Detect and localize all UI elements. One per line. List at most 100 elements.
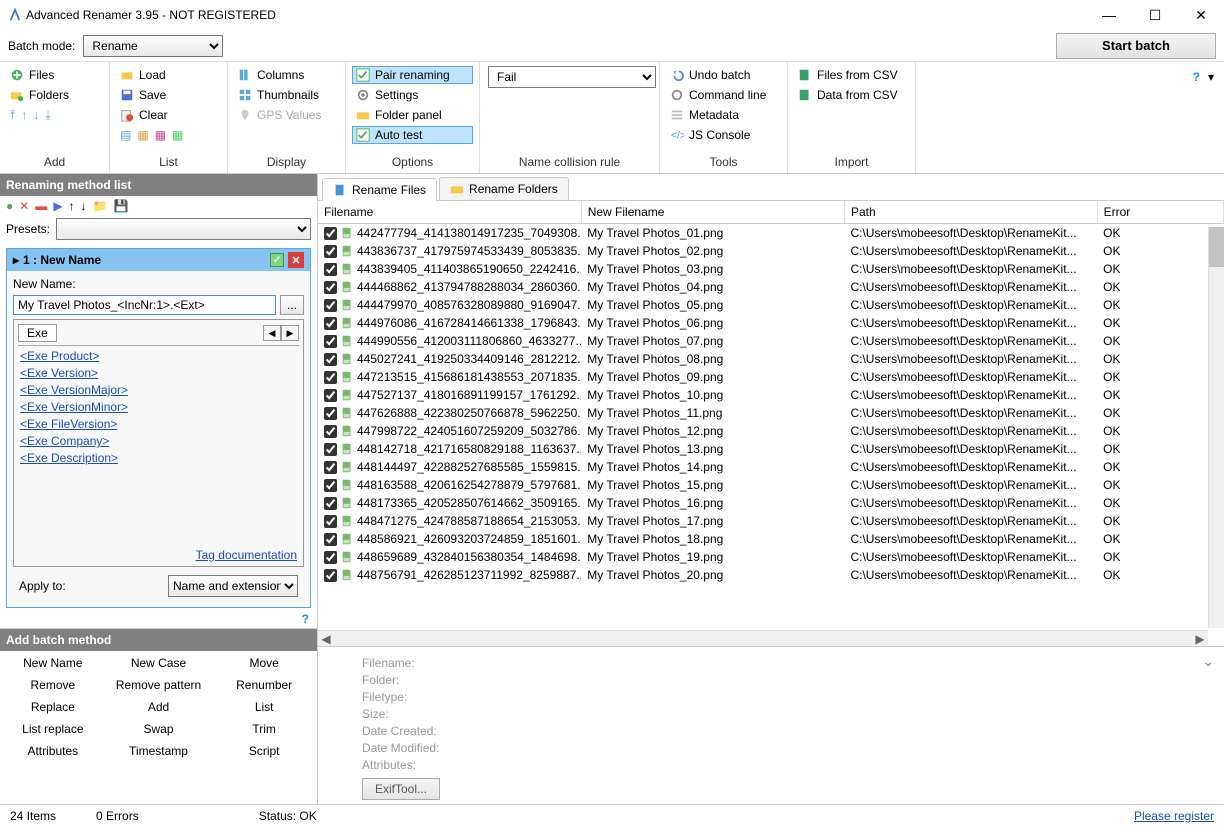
display-columns[interactable]: Columns [234,66,339,84]
method-enabled-check[interactable]: ✓ [270,253,284,267]
tools-jsconsole[interactable]: </>JS Console [666,126,781,144]
add-folders[interactable]: Folders [6,86,103,104]
col-newfilename[interactable]: New Filename [581,201,844,224]
row-checkbox[interactable] [324,245,337,258]
list-clear[interactable]: Clear [116,106,221,124]
table-row[interactable]: 448586921_426093203724859_1851601...My T… [318,530,1224,548]
row-checkbox[interactable] [324,389,337,402]
row-checkbox[interactable] [324,281,337,294]
move-top-icon[interactable]: ⤒ [10,108,15,123]
table-row[interactable]: 442477794_414138014917235_7049308...My T… [318,224,1224,243]
options-pair-renaming[interactable]: Pair renaming [352,66,473,84]
row-checkbox[interactable] [324,425,337,438]
tag-link[interactable]: <Exe Version> [18,366,299,380]
collision-select[interactable]: Fail [488,66,656,88]
batch-method-item[interactable]: Script [211,741,317,761]
col-path[interactable]: Path [844,201,1097,224]
import-files-csv[interactable]: Files from CSV [794,66,909,84]
table-row[interactable]: 447998722_424051607259209_5032786...My T… [318,422,1224,440]
minimize-button[interactable]: — [1086,0,1132,30]
presets-select[interactable] [56,218,311,240]
table-row[interactable]: 448659689_432840156380354_1484698...My T… [318,548,1224,566]
exiftool-button[interactable]: ExifTool... [362,778,440,800]
table-row[interactable]: 444990556_412003111806860_4633277...My T… [318,332,1224,350]
view4-icon[interactable]: ▦ [172,128,183,142]
maximize-button[interactable]: ☐ [1132,0,1178,30]
start-batch-button[interactable]: Start batch [1056,33,1216,59]
tag-link[interactable]: <Exe Company> [18,434,299,448]
batch-method-item[interactable]: New Name [0,653,106,673]
row-checkbox[interactable] [324,407,337,420]
options-auto-test[interactable]: Auto test [352,126,473,144]
method-header[interactable]: ▸ 1 : New Name ✓ ✕ [7,249,310,271]
apply-to-select[interactable]: Name and extension [168,575,298,597]
row-checkbox[interactable] [324,569,337,582]
table-row[interactable]: 443839405_411403865190650_2242416...My T… [318,260,1224,278]
row-checkbox[interactable] [324,263,337,276]
row-checkbox[interactable] [324,443,337,456]
list-load[interactable]: Load [116,66,221,84]
view1-icon[interactable]: ▤ [120,128,131,142]
list-save[interactable]: Save [116,86,221,104]
batch-method-item[interactable]: Remove pattern [106,675,212,695]
row-checkbox[interactable] [324,551,337,564]
batch-method-item[interactable]: Move [211,653,317,673]
chevron-down-icon[interactable]: ▾ [1208,70,1214,84]
display-gps[interactable]: GPS Values [234,106,339,124]
row-checkbox[interactable] [324,533,337,546]
row-checkbox[interactable] [324,497,337,510]
batch-method-item[interactable]: Timestamp [106,741,212,761]
pattern-browse-button[interactable]: ... [280,295,304,315]
add-method-icon[interactable]: ● [6,199,13,213]
save-icon[interactable]: 💾 [114,199,129,213]
view3-icon[interactable]: ▦ [155,128,166,142]
row-checkbox[interactable] [324,371,337,384]
options-settings[interactable]: Settings [352,86,473,104]
batch-method-item[interactable]: Renumber [211,675,317,695]
view2-icon[interactable]: ▦ [137,128,148,142]
row-checkbox[interactable] [324,299,337,312]
table-row[interactable]: 448142718_421716580829188_1163637...My T… [318,440,1224,458]
table-row[interactable]: 443836737_417975974533439_8053835...My T… [318,242,1224,260]
tab-rename-files[interactable]: Rename Files [322,178,437,201]
table-row[interactable]: 448756791_426285123711992_8259887...My T… [318,566,1224,584]
batch-method-item[interactable]: Add [106,697,212,717]
record-icon[interactable]: ▬ [35,199,47,213]
col-error[interactable]: Error [1097,201,1223,224]
horizontal-scrollbar[interactable]: ◀▶ [318,630,1208,646]
batch-method-item[interactable]: Swap [106,719,212,739]
table-row[interactable]: 444479970_408576328089880_9169047...My T… [318,296,1224,314]
move-up-icon[interactable]: ↑ [21,108,27,123]
tag-prev-button[interactable]: ◀ [263,325,281,341]
table-row[interactable]: 444976086_416728414661338_1796843...My T… [318,314,1224,332]
batch-method-item[interactable]: New Case [106,653,212,673]
tag-link[interactable]: <Exe VersionMajor> [18,383,299,397]
tools-undo[interactable]: Undo batch [666,66,781,84]
batch-method-item[interactable]: List [211,697,317,717]
move-bottom-icon[interactable]: ⤓ [45,108,50,123]
batch-method-item[interactable]: Attributes [0,741,106,761]
tag-tab[interactable]: Exe [18,324,57,342]
move-down-icon[interactable]: ↓ [33,108,39,123]
close-button[interactable]: ✕ [1178,0,1224,30]
tag-next-button[interactable]: ▶ [281,325,299,341]
batch-method-item[interactable]: Trim [211,719,317,739]
tools-cmdline[interactable]: Command line [666,86,781,104]
up-icon[interactable]: ↑ [69,199,75,213]
method-close-button[interactable]: ✕ [288,252,304,268]
row-checkbox[interactable] [324,317,337,330]
tag-link[interactable]: <Exe FileVersion> [18,417,299,431]
row-checkbox[interactable] [324,227,337,240]
table-row[interactable]: 448173365_420528507614662_3509165...My T… [318,494,1224,512]
row-checkbox[interactable] [324,353,337,366]
vertical-scrollbar[interactable] [1208,227,1224,628]
add-files[interactable]: Files [6,66,103,84]
tab-rename-folders[interactable]: Rename Folders [439,177,569,200]
tag-link[interactable]: <Exe VersionMinor> [18,400,299,414]
row-checkbox[interactable] [324,335,337,348]
register-link[interactable]: Please register [1134,809,1214,823]
batch-method-item[interactable]: Remove [0,675,106,695]
help-icon[interactable]: ? [1193,70,1200,84]
collapse-detail-icon[interactable]: ⌄ [1202,653,1214,670]
down-icon[interactable]: ↓ [81,199,87,213]
